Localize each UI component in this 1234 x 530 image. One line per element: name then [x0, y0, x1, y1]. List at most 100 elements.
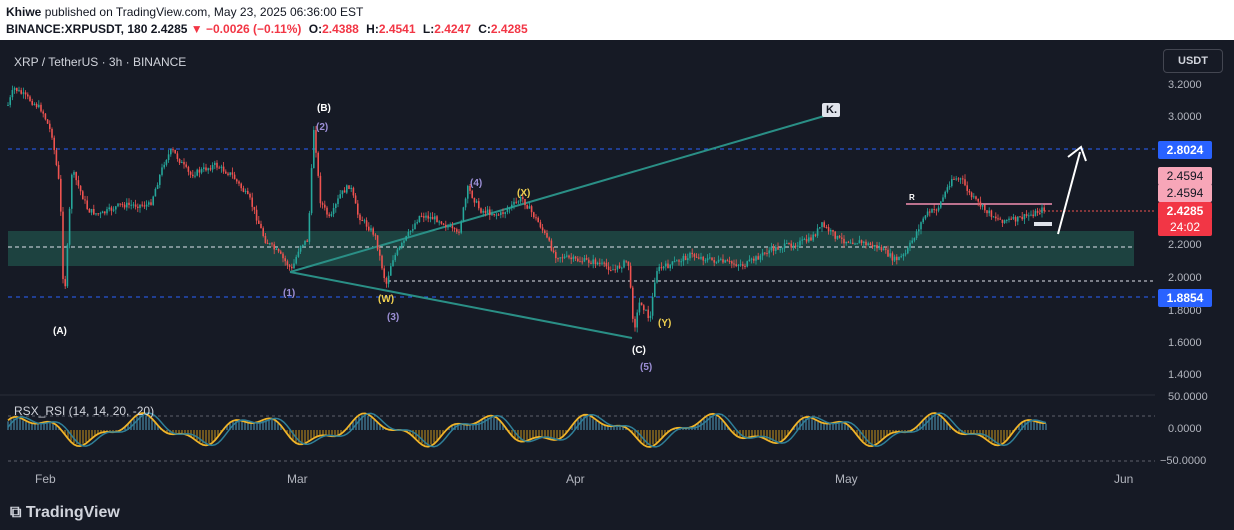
candle-body	[35, 103, 38, 108]
candle-body	[60, 178, 62, 212]
candle-body	[827, 227, 830, 232]
candle-body	[478, 201, 480, 209]
candle-body	[449, 226, 451, 228]
price-chart[interactable]	[0, 0, 1234, 530]
currency-button[interactable]: USDT	[1163, 49, 1223, 73]
candle-body	[594, 259, 597, 265]
trendline-lower[interactable]	[289, 271, 633, 339]
price-tick-3-0: 3.0000	[1168, 111, 1202, 123]
candle-body	[273, 244, 275, 250]
candlestick-series[interactable]	[7, 85, 1045, 333]
candle-body	[570, 257, 572, 260]
candle-body	[555, 252, 557, 259]
pink-price-badge: 2.4594	[1158, 167, 1212, 185]
candle-body	[816, 228, 819, 236]
candle-body	[240, 183, 242, 189]
candle-body	[218, 167, 220, 169]
resistance-label[interactable]: R	[909, 193, 915, 202]
candle-body	[924, 215, 927, 219]
candle-body	[176, 153, 179, 159]
candle-body	[603, 262, 605, 264]
rsi-tick-0: 0.0000	[1168, 423, 1202, 435]
candle-body	[715, 261, 718, 263]
candle-body	[458, 231, 460, 233]
tradingview-logo[interactable]: ⧉ TradingView	[10, 504, 120, 522]
candle-body	[964, 179, 966, 186]
wave-label-a[interactable]: (A)	[53, 326, 67, 337]
k-label[interactable]: K.	[826, 104, 837, 116]
candle-body	[350, 187, 352, 189]
target-marker[interactable]	[1034, 222, 1052, 226]
wave-label-w[interactable]: (W)	[378, 294, 394, 305]
candle-body	[935, 209, 938, 211]
rsi-legend[interactable]: RSX_RSI (14, 14, 20, -20)	[14, 404, 154, 418]
candle-body	[790, 243, 792, 248]
candle-body	[577, 258, 579, 262]
candle-body	[18, 90, 20, 92]
projection-arrow[interactable]	[1057, 151, 1081, 235]
wave-label-x[interactable]: (X)	[517, 188, 530, 199]
candle-body	[981, 204, 984, 207]
candle-body	[409, 230, 412, 232]
chart-legend[interactable]: XRP / TetherUS · 3h · BINANCE	[14, 55, 186, 69]
price-tick-2-2: 2.2000	[1168, 239, 1202, 251]
candle-body	[900, 256, 902, 258]
candle-body	[876, 245, 878, 249]
wave-label-4[interactable]: (4)	[470, 178, 482, 189]
rsi-oscillator[interactable]	[7, 412, 1047, 448]
wave-label-3[interactable]: (3)	[387, 312, 399, 323]
price-tick-2-0: 2.0000	[1168, 272, 1202, 284]
candle-body	[418, 215, 421, 223]
candle-body	[128, 202, 130, 205]
candle-body	[801, 239, 803, 241]
candle-body	[1025, 214, 1028, 217]
price-tick-3-2: 3.2000	[1168, 79, 1202, 91]
candle-body	[695, 256, 698, 258]
candle-body	[62, 211, 64, 280]
candle-body	[365, 220, 368, 227]
candle-body	[44, 113, 47, 120]
candle-body	[946, 187, 949, 192]
candle-body	[992, 216, 995, 218]
candle-body	[865, 241, 867, 246]
candle-body	[735, 264, 737, 266]
candle-body	[737, 265, 740, 267]
candle-body	[383, 268, 385, 279]
candle-body	[739, 264, 742, 266]
candle-body	[57, 164, 60, 179]
candle-body	[757, 256, 759, 260]
candle-body	[929, 211, 931, 213]
candle-body	[442, 223, 445, 225]
candle-body	[654, 282, 656, 297]
candle-body	[658, 266, 660, 272]
candle-body	[167, 154, 170, 160]
candle-body	[810, 237, 812, 241]
candle-body	[968, 190, 971, 193]
candle-body	[605, 262, 608, 267]
wave-label-y[interactable]: (Y)	[658, 318, 671, 329]
candle-body	[530, 206, 533, 213]
candle-body	[748, 259, 751, 262]
wave-label-1[interactable]: (1)	[283, 288, 295, 299]
candle-body	[354, 195, 357, 204]
wave-label-5[interactable]: (5)	[640, 362, 652, 373]
candle-body	[847, 241, 850, 243]
candle-body	[284, 258, 286, 262]
candle-body	[282, 253, 284, 259]
candle-body	[99, 213, 102, 215]
candle-body	[126, 202, 128, 208]
candle-body	[46, 119, 49, 124]
candle-body	[1041, 207, 1043, 213]
candle-body	[271, 243, 273, 245]
wave-label-b[interactable]: (B)	[317, 103, 331, 114]
candle-body	[889, 253, 891, 257]
candle-body	[38, 104, 40, 108]
candle-body	[379, 249, 381, 256]
wave-label-2[interactable]: (2)	[316, 122, 328, 133]
candle-body	[33, 103, 36, 105]
wave-label-c[interactable]: (C)	[632, 345, 646, 356]
candle-body	[860, 240, 863, 243]
candle-body	[665, 263, 667, 267]
candle-body	[944, 191, 946, 198]
candle-body	[931, 209, 933, 213]
